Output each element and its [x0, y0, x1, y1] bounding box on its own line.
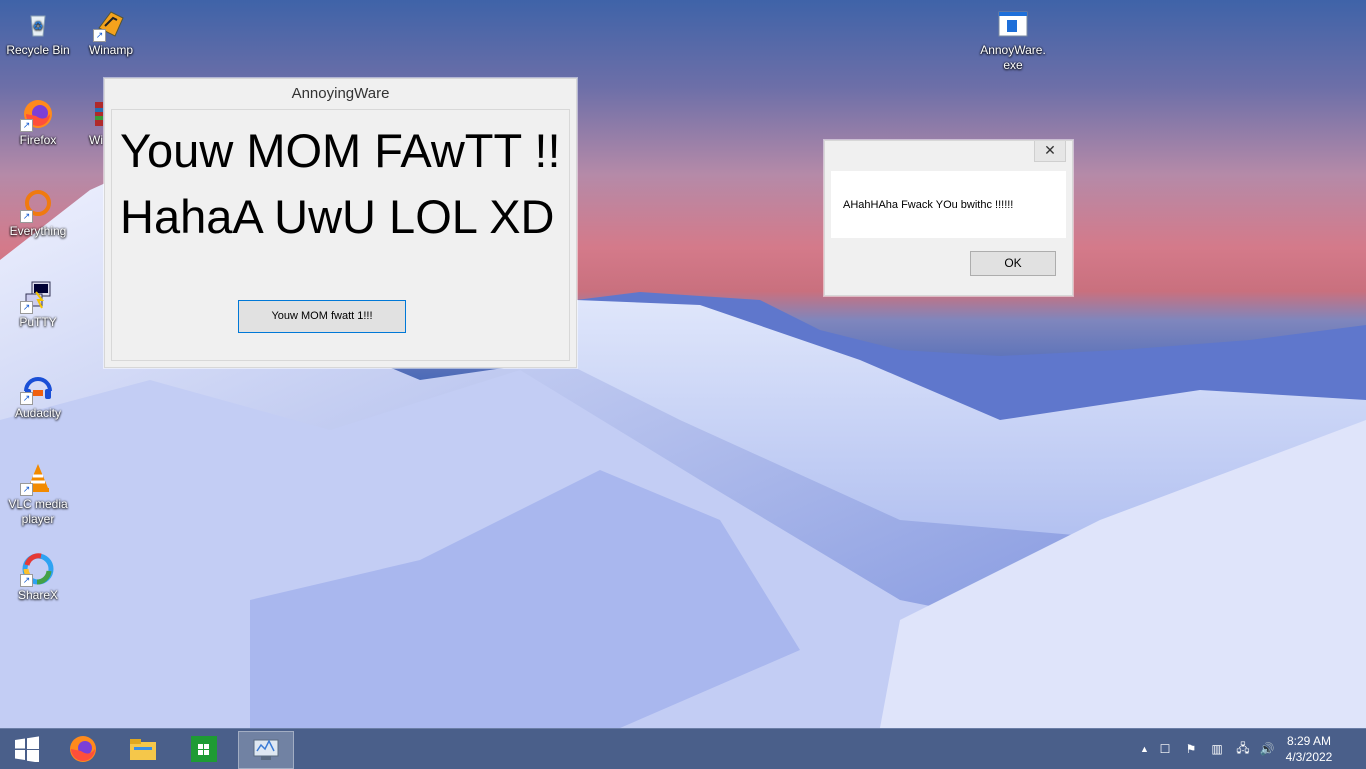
winrar-icon [93, 98, 103, 130]
chevron-up-icon[interactable]: ▲ [1140, 744, 1152, 754]
big-message-line-2: HahaA UwU LOL XD [120, 190, 555, 243]
desktop-icon-sharex[interactable]: ↗ ShareX [0, 553, 76, 603]
sharex-icon: ↗ [20, 553, 54, 587]
everything-icon: ↗ [20, 189, 54, 223]
device-icon[interactable]: ▥ [1204, 742, 1230, 756]
big-message-line-1: Youw MOM FAwTT !! [120, 124, 561, 177]
winamp-icon: ↗ [93, 8, 127, 42]
window-client-area: Youw MOM FAwTT !! HahaA UwU LOL XD Youw … [111, 109, 570, 361]
annoyware-app-icon [253, 739, 279, 760]
desktop-icon-putty[interactable]: ↗ PuTTY [0, 280, 76, 330]
firefox-icon [70, 736, 96, 762]
taskbar-firefox[interactable] [56, 731, 110, 767]
svg-text:♻: ♻ [33, 19, 44, 33]
putty-icon: ↗ [20, 280, 54, 314]
recycle-bin-icon: ♻ [22, 8, 54, 40]
desktop-icon-vlc[interactable]: ↗ VLC media player [0, 462, 76, 527]
desktop-icon-audacity[interactable]: ↗ Audacity [0, 371, 76, 421]
audacity-icon: ↗ [20, 371, 54, 405]
system-tray: ▲ ☐ ⚑ ▥ 🖧 🔊 [1140, 729, 1278, 769]
annoyingware-window[interactable]: AnnoyingWare Youw MOM FAwTT !! HahaA UwU… [104, 78, 577, 368]
firefox-icon: ↗ [20, 98, 54, 132]
message-box[interactable]: ✕ AHahHAha Fwack YOu bwithc !!!!!! OK [824, 140, 1073, 296]
flag-icon[interactable]: ⚑ [1178, 742, 1204, 756]
close-button[interactable]: ✕ [1034, 141, 1066, 162]
ok-button[interactable]: OK [970, 251, 1056, 276]
taskbar-annoyware[interactable] [238, 731, 294, 769]
vlc-icon: ↗ [20, 462, 54, 496]
taskbar-store[interactable] [177, 731, 231, 767]
clock[interactable]: 8:29 AM 4/3/2022 [1274, 733, 1344, 765]
taskbar-file-explorer[interactable] [116, 731, 170, 767]
desktop-icon-winamp[interactable]: ↗ Winamp [73, 8, 149, 58]
youw-mom-button[interactable]: Youw MOM fwatt 1!!! [238, 300, 406, 333]
message-area: AHahHAha Fwack YOu bwithc !!!!!! [831, 171, 1066, 238]
clock-date: 4/3/2022 [1285, 750, 1333, 764]
file-explorer-icon [130, 739, 156, 760]
clock-time: 8:29 AM [1286, 734, 1332, 748]
action-center-icon[interactable]: ☐ [1152, 742, 1178, 756]
taskbar: ▲ ☐ ⚑ ▥ 🖧 🔊 8:29 AM 4/3/2022 [0, 728, 1366, 769]
start-button[interactable] [0, 731, 54, 767]
store-icon [191, 736, 217, 762]
desktop-icon-winrar[interactable]: Wi [73, 98, 103, 148]
close-icon: ✕ [1044, 142, 1056, 158]
message-text: AHahHAha Fwack YOu bwithc !!!!!! [843, 199, 1014, 211]
desktop-icon-firefox[interactable]: ↗ Firefox [0, 98, 76, 148]
window-title: AnnoyingWare [105, 79, 576, 109]
desktop-icon-recycle-bin[interactable]: ♻ Recycle Bin [0, 8, 76, 58]
start-icon [15, 736, 39, 762]
exe-file-icon [997, 8, 1029, 40]
desktop-icon-annoyware-exe[interactable]: AnnoyWare.exe [973, 8, 1053, 73]
network-icon[interactable]: 🖧 [1230, 739, 1256, 760]
message-box-body: AHahHAha Fwack YOu bwithc !!!!!! OK [831, 171, 1066, 289]
desktop-icon-everything[interactable]: ↗ Everything [0, 189, 76, 239]
big-message: Youw MOM FAwTT !! HahaA UwU LOL XD [120, 118, 580, 250]
